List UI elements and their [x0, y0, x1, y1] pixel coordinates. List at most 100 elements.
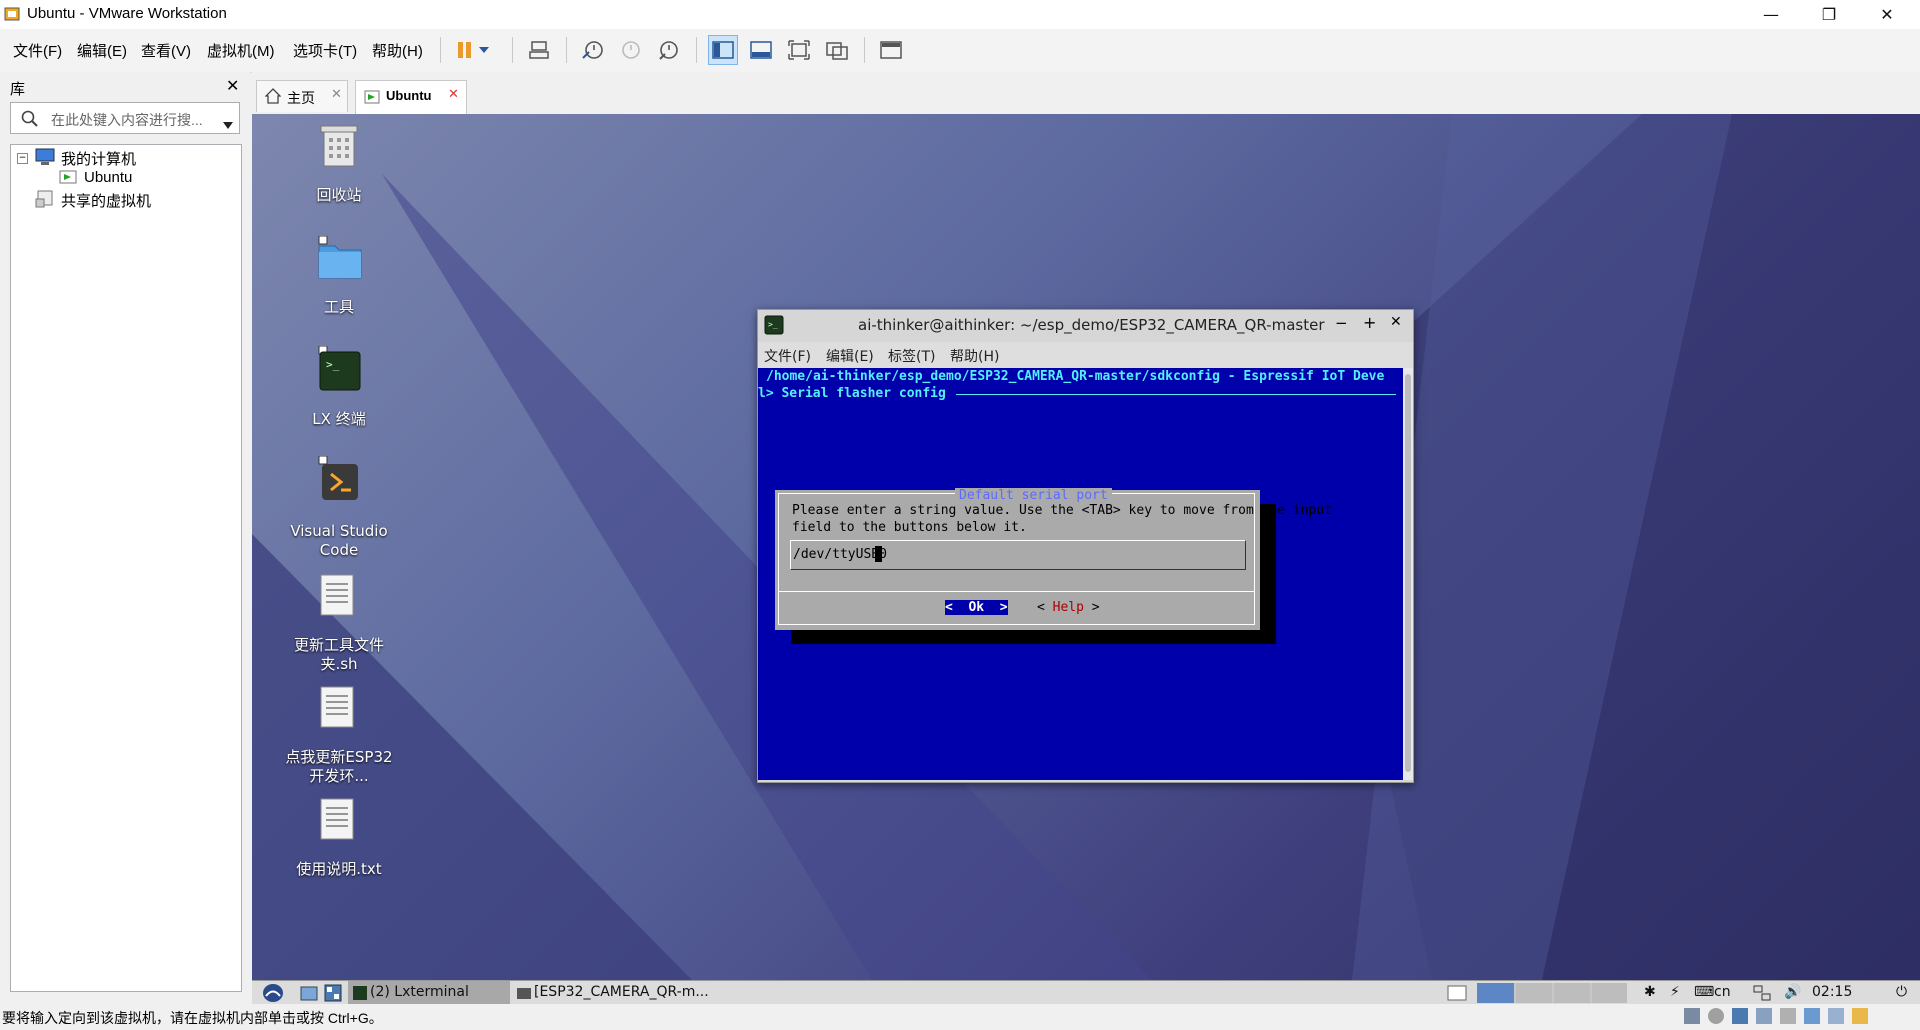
task-label: [ESP32_CAMERA_QR-m...	[534, 984, 709, 1000]
hard-disk-icon[interactable]	[1684, 1008, 1700, 1024]
tree-item-my-computer[interactable]: 我的计算机	[61, 148, 136, 169]
tab-ubuntu-label: Ubuntu	[386, 88, 432, 103]
tree-item-ubuntu[interactable]: Ubuntu	[84, 169, 133, 186]
unity-mode-icon[interactable]	[822, 35, 852, 65]
snapshot-icon[interactable]	[578, 35, 608, 65]
search-dropdown-icon[interactable]	[223, 115, 233, 134]
task-file-manager[interactable]: [ESP32_CAMERA_QR-m...	[514, 981, 714, 1005]
terminal-minimize-button[interactable]: −	[1335, 314, 1348, 332]
dialog-message-line1: Please enter a string value. Use the <TA…	[792, 503, 1333, 518]
workspace-4[interactable]	[1592, 983, 1627, 1003]
power-icon[interactable]: ⏻	[1896, 984, 1907, 1000]
library-panel: 库 ✕ 在此处键入内容进行搜... − 我的计算机 Ubuntu 共享的虚拟机	[0, 72, 250, 1002]
task-label: (2) Lxterminal	[370, 984, 469, 1000]
message-icon[interactable]	[1852, 1008, 1868, 1024]
workspace-2[interactable]	[1516, 983, 1552, 1003]
show-library-icon[interactable]	[708, 35, 738, 65]
terminal-window[interactable]: >_ ai-thinker@aithinker: ~/esp_demo/ESP3…	[757, 309, 1414, 783]
usb-icon[interactable]	[1756, 1008, 1772, 1024]
printer-icon[interactable]	[1780, 1008, 1796, 1024]
text-file-icon	[317, 574, 357, 620]
terminal-maximize-button[interactable]: +	[1363, 313, 1376, 332]
workspace-3[interactable]	[1554, 983, 1590, 1003]
menu-help[interactable]: 帮助(H)	[372, 40, 423, 61]
toolbar-separator	[864, 37, 865, 63]
menu-view[interactable]: 查看(V)	[141, 40, 191, 61]
cd-dvd-icon[interactable]	[1708, 1008, 1724, 1024]
text-cursor	[875, 546, 882, 562]
network-icon[interactable]	[1752, 984, 1772, 1006]
tab-ubuntu[interactable]: Ubuntu ✕	[355, 80, 467, 114]
desktop-icon-label: 工具	[323, 298, 354, 316]
toolbar-separator	[696, 37, 697, 63]
file-manager-icon[interactable]	[300, 984, 318, 1006]
close-tab-icon[interactable]: ✕	[331, 87, 342, 102]
vmware-app-icon	[4, 6, 20, 22]
snapshot-manager-icon[interactable]	[654, 35, 684, 65]
terminal-menu-edit[interactable]: 编辑(E)	[826, 346, 874, 366]
workspace-switcher[interactable]	[1477, 983, 1627, 1003]
serial-port-dialog[interactable]: Default serial port Please enter a strin…	[775, 488, 1332, 630]
terminal-close-button[interactable]: ✕	[1390, 314, 1402, 330]
display-icon[interactable]	[1828, 1008, 1844, 1024]
toolbar-separator	[440, 37, 441, 63]
svg-text:>_: >_	[768, 320, 778, 329]
keyboard-icon[interactable]: ⌨	[1694, 984, 1714, 1000]
pause-dropdown-icon[interactable]	[476, 35, 492, 65]
folder-icon	[317, 235, 363, 284]
console-view-icon[interactable]	[876, 35, 906, 65]
keyboard-layout[interactable]: cn	[1714, 984, 1731, 1000]
close-tab-icon[interactable]: ✕	[448, 87, 459, 102]
restore-button[interactable]: ❐	[1800, 0, 1858, 29]
network-adapter-icon[interactable]	[1732, 1008, 1748, 1024]
thumbnail-bar-icon[interactable]	[746, 35, 776, 65]
menu-vm[interactable]: 虚拟机(M)	[207, 40, 275, 61]
menuconfig-header: /home/ai-thinker/esp_demo/ESP32_CAMERA_Q…	[766, 369, 1385, 384]
terminal-menu-help[interactable]: 帮助(H)	[950, 346, 999, 366]
terminal-screen[interactable]: /home/ai-thinker/esp_demo/ESP32_CAMERA_Q…	[758, 368, 1403, 780]
help-button[interactable]: < Help >	[1037, 600, 1100, 615]
tab-home[interactable]: 主页 ✕	[256, 80, 348, 112]
vm-display[interactable]: 回收站 工具 >_ LX 终端 Visual Studio Code 更新工具文…	[252, 114, 1920, 980]
text-file-icon	[317, 686, 357, 732]
full-screen-icon[interactable]	[784, 35, 814, 65]
terminal-scrollbar[interactable]	[1403, 368, 1413, 780]
search-placeholder: 在此处键入内容进行搜...	[51, 112, 203, 128]
library-search-input[interactable]: 在此处键入内容进行搜...	[10, 102, 240, 134]
send-ctrl-alt-del-icon[interactable]	[524, 35, 554, 65]
folder-icon	[516, 985, 532, 1005]
volume-icon[interactable]: 🔊	[1784, 984, 1801, 1000]
workspace-1[interactable]	[1477, 983, 1514, 1003]
trash-icon	[317, 124, 361, 172]
collapse-toggle-icon[interactable]: −	[17, 153, 28, 164]
sound-icon[interactable]	[1804, 1008, 1820, 1024]
revert-snapshot-icon[interactable]	[616, 35, 646, 65]
terminal-title: ai-thinker@aithinker: ~/esp_demo/ESP32_C…	[858, 316, 1325, 334]
terminal-menu-tabs[interactable]: 标签(T)	[888, 346, 935, 366]
shared-vm-icon	[35, 190, 55, 212]
terminal-menu-file[interactable]: 文件(F)	[764, 346, 811, 366]
tree-item-shared-vms[interactable]: 共享的虚拟机	[61, 190, 151, 211]
menu-tabs[interactable]: 选项卡(T)	[293, 40, 357, 61]
bluetooth-icon[interactable]: ✱	[1644, 984, 1656, 1000]
terminal-icon: >_	[317, 345, 363, 396]
tab-strip: 主页 ✕ Ubuntu ✕	[252, 72, 1920, 114]
menu-file[interactable]: 文件(F)	[13, 40, 62, 61]
window-list-icon[interactable]	[1447, 984, 1467, 1006]
desktop-toggle-icon[interactable]	[324, 984, 342, 1006]
terminal-icon	[352, 985, 368, 1005]
power-plug-icon[interactable]: ⚡	[1670, 984, 1680, 1000]
scrollbar-thumb[interactable]	[1405, 374, 1411, 772]
minimize-button[interactable]: —	[1742, 0, 1800, 29]
task-lxterminal[interactable]: (2) Lxterminal	[348, 981, 510, 1005]
close-window-button[interactable]: ✕	[1858, 0, 1916, 29]
dialog-message-line2: field to the buttons below it.	[792, 520, 1027, 535]
window-title: Ubuntu - VMware Workstation	[27, 5, 227, 22]
ok-button[interactable]: < Ok >	[945, 600, 1008, 615]
menu-edit[interactable]: 编辑(E)	[77, 40, 127, 61]
guest-taskbar: (2) Lxterminal [ESP32_CAMERA_QR-m... ✱ ⚡…	[252, 980, 1920, 1005]
close-library-icon[interactable]: ✕	[226, 76, 239, 95]
serial-port-input[interactable]: /dev/ttyUSB0	[790, 540, 1246, 570]
library-tree: − 我的计算机 Ubuntu 共享的虚拟机	[10, 144, 242, 992]
status-bar: 要将输入定向到该虚拟机，请在虚拟机内部单击或按 Ctrl+G。	[0, 1004, 1920, 1030]
